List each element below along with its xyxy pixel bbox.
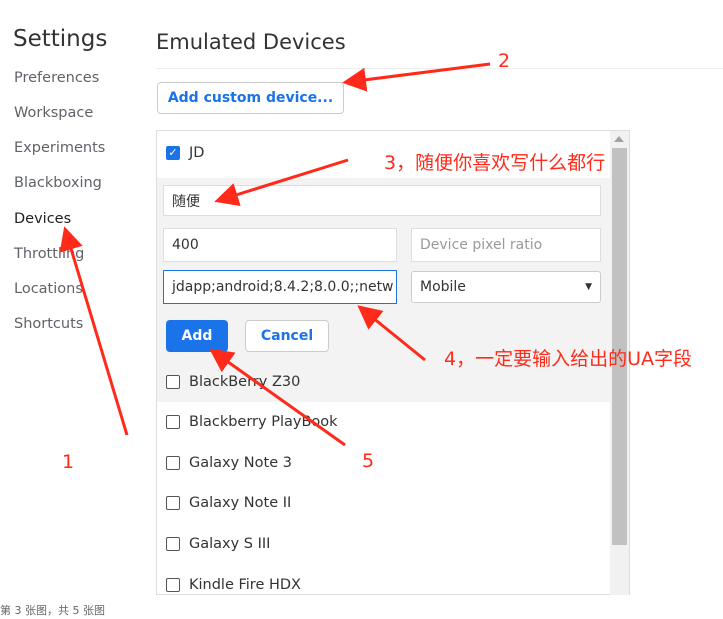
- annotation-3: 3，随便你喜欢写什么都行: [384, 152, 606, 174]
- arrow-4: [357, 305, 426, 362]
- arrow-5: [209, 348, 346, 447]
- annotation-5: 5: [362, 450, 375, 472]
- image-counter: 第 3 张图，共 5 张图: [0, 604, 105, 617]
- annotation-1: 1: [62, 451, 75, 473]
- arrow-1: [59, 226, 129, 436]
- arrow-2: [342, 62, 491, 92]
- annotation-4: 4，一定要输入给出的UA字段: [444, 348, 692, 370]
- annotation-2: 2: [498, 50, 511, 72]
- annotation-arrows: [59, 62, 491, 447]
- arrow-3: [214, 158, 349, 207]
